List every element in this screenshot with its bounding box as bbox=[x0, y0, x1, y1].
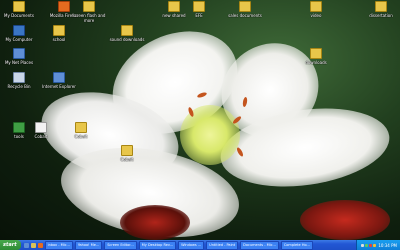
document-icon bbox=[35, 122, 47, 133]
taskbar-button[interactable]: inbox - Mic... bbox=[44, 240, 73, 250]
desktop-icon-label: Recycle Bin bbox=[7, 84, 31, 89]
desktop-icon-my-computer[interactable]: My Computer bbox=[0, 25, 38, 42]
folder-icon bbox=[83, 1, 95, 12]
taskbar-button[interactable]: Untitled - Paint bbox=[206, 240, 239, 250]
desktop-icon-screen-flash[interactable]: screen flash and more bbox=[70, 1, 108, 23]
desktop-icon-cobalt-2[interactable]: Cobalt bbox=[62, 122, 100, 139]
red-flowers-decoration bbox=[300, 200, 390, 240]
desktop-icon-sound-downloads[interactable]: sound downloads bbox=[108, 25, 146, 42]
tray-antivirus-icon[interactable] bbox=[368, 243, 372, 247]
ie-icon bbox=[53, 72, 65, 83]
computer-icon bbox=[13, 25, 25, 36]
taskbar: start inbox - Mic... Yahoo! Me... Screen… bbox=[0, 240, 400, 250]
desktop-icon-label: video bbox=[310, 13, 322, 18]
desktop-icon-label: Cobalt bbox=[74, 134, 88, 139]
desktop-icon-cobalt-3[interactable]: Cobalt bbox=[108, 145, 146, 162]
quick-launch-desktop-icon[interactable] bbox=[30, 242, 36, 248]
desktop-icon-video[interactable]: video bbox=[297, 1, 335, 18]
desktop-icon-school[interactable]: school bbox=[40, 25, 78, 42]
folder-icon bbox=[375, 1, 387, 12]
desktop-icon-dissertation[interactable]: dissertation bbox=[362, 1, 400, 18]
quick-launch-firefox-icon[interactable] bbox=[37, 242, 43, 248]
folder-icon bbox=[310, 48, 322, 59]
desktop-icon-downloads[interactable]: downloads bbox=[297, 48, 335, 65]
tray-volume-icon[interactable] bbox=[360, 243, 364, 247]
taskbar-button[interactable]: Windows ... bbox=[178, 240, 205, 250]
desktop-icon-label: Cobalt bbox=[120, 157, 134, 162]
network-icon bbox=[13, 48, 25, 59]
system-tray: 10:34 PM bbox=[356, 240, 400, 250]
taskbar-button[interactable]: Documents - Mic... bbox=[240, 240, 279, 250]
quick-launch-ie-icon[interactable] bbox=[23, 242, 29, 248]
desktop-icon-efe[interactable]: EFE bbox=[180, 1, 218, 18]
desktop-icon-label: My Documents bbox=[4, 13, 34, 18]
tray-network-icon[interactable] bbox=[364, 243, 368, 247]
desktop-icon-label: EFE bbox=[195, 13, 203, 18]
desktop-icon-label: downloads bbox=[305, 60, 327, 65]
folder-icon bbox=[193, 1, 205, 12]
taskbar-button[interactable]: My Desktop Rev... bbox=[138, 240, 177, 250]
desktop-icon-label: sound downloads bbox=[109, 37, 145, 42]
firefox-icon bbox=[58, 1, 70, 12]
desktop-icon-recycle-bin[interactable]: Recycle Bin bbox=[0, 72, 38, 89]
desktop-icon-sales-documents[interactable]: sales documents bbox=[226, 1, 264, 18]
recycle-bin-icon bbox=[13, 72, 25, 83]
start-button[interactable]: start bbox=[0, 240, 21, 250]
taskbar-button[interactable]: Complete Ho... bbox=[280, 240, 313, 250]
desktop-icon-label: school bbox=[52, 37, 66, 42]
desktop-icon-my-documents[interactable]: My Documents bbox=[0, 1, 38, 18]
desktop-icon-label: sales documents bbox=[228, 13, 262, 18]
folder-icon bbox=[168, 1, 180, 12]
desktop-icon-cobalt-1[interactable]: Cobalt bbox=[22, 122, 60, 139]
folder-icon bbox=[121, 145, 133, 156]
taskbar-button[interactable]: Screen Editor... bbox=[104, 240, 137, 250]
taskbar-button[interactable]: Yahoo! Me... bbox=[74, 240, 103, 250]
desktop-icon-my-net-places[interactable]: My Net Places bbox=[0, 48, 38, 65]
folder-icon bbox=[239, 1, 251, 12]
tray-messenger-icon[interactable] bbox=[372, 243, 376, 247]
folder-icon bbox=[75, 122, 87, 133]
red-flowers-decoration bbox=[120, 205, 190, 240]
folder-icon bbox=[13, 1, 25, 12]
desktop-icon-label: Cobalt bbox=[34, 134, 48, 139]
desktop-icon-label: My Computer bbox=[5, 37, 33, 42]
desktop-icon-label: My Net Places bbox=[4, 60, 34, 65]
folder-icon bbox=[121, 25, 133, 36]
desktop-icon-internet-explorer[interactable]: Internet Explorer bbox=[40, 72, 78, 89]
desktop-icon-label: Internet Explorer bbox=[42, 84, 76, 89]
desktop-icon-label: dissertation bbox=[369, 13, 393, 18]
folder-icon bbox=[53, 25, 65, 36]
desktop-icon-label: screen flash and more bbox=[72, 13, 106, 23]
folder-icon bbox=[310, 1, 322, 12]
desktop-wallpaper: My Documents Mozilla Firefox screen flas… bbox=[0, 0, 400, 240]
clock[interactable]: 10:34 PM bbox=[378, 243, 397, 248]
